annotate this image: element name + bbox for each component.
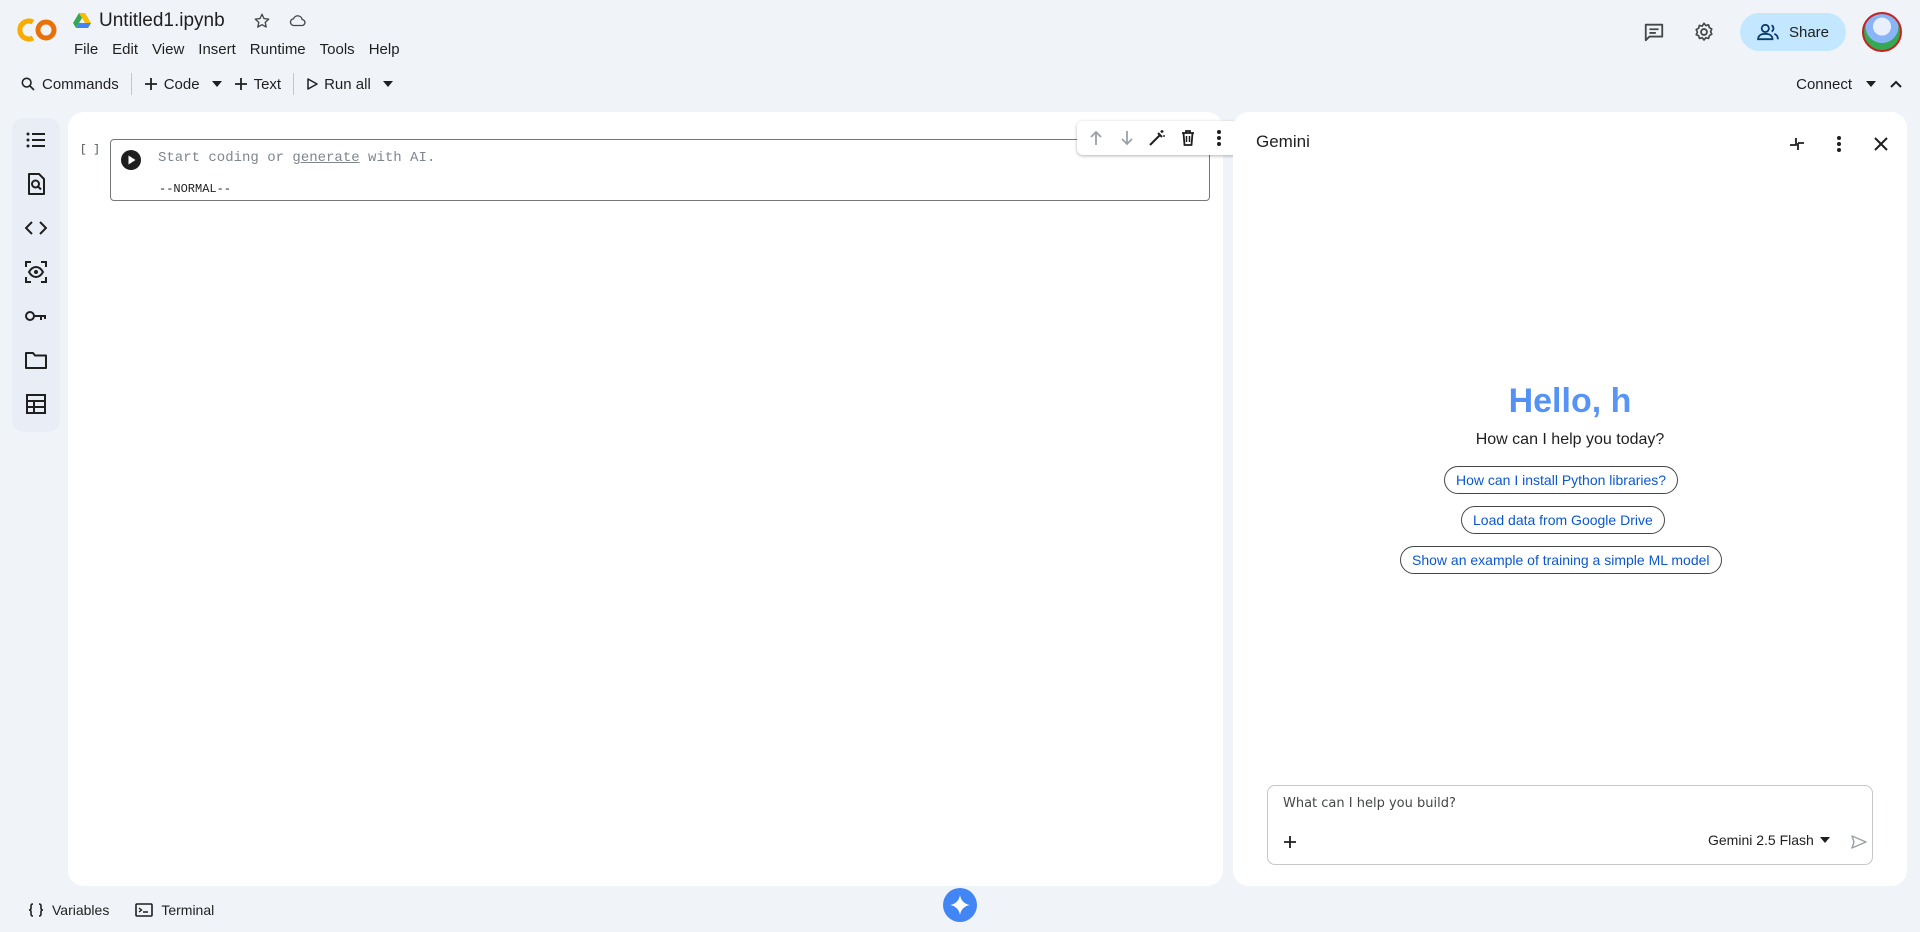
find-icon[interactable] <box>24 172 48 196</box>
commands-button[interactable]: Commands <box>12 68 127 100</box>
execution-count: [ ] <box>80 144 100 156</box>
share-button[interactable]: Share <box>1740 13 1846 51</box>
add-text-button[interactable]: Text <box>226 68 290 100</box>
app-header: Untitled1.ipynb File Edit View Insert Ru… <box>0 0 1920 62</box>
star-icon[interactable] <box>251 10 273 32</box>
gemini-greeting: Hello, h <box>1233 382 1907 421</box>
cell-toolbar <box>1077 121 1238 155</box>
avatar[interactable] <box>1862 12 1902 52</box>
generate-link[interactable]: generate <box>292 150 359 166</box>
notebook-area: [ ] Start coding or generate with AI. --… <box>68 112 1238 886</box>
data-table-icon[interactable] <box>24 392 48 416</box>
inspect-icon[interactable] <box>24 260 48 284</box>
braces-icon <box>28 903 44 917</box>
suggestion-chip[interactable]: How can I install Python libraries? <box>1444 466 1679 494</box>
notebook-toolbar: Commands Code Text Run all Connect <box>12 68 1910 100</box>
suggestion-chip[interactable]: Show an example of training a simple ML … <box>1400 546 1722 574</box>
cell-placeholder-post: with AI. <box>359 150 436 166</box>
edit-wand-icon[interactable] <box>1146 127 1168 149</box>
caret-down-icon <box>1866 81 1876 87</box>
variables-button[interactable]: Variables <box>28 902 109 918</box>
share-label: Share <box>1788 23 1830 41</box>
comments-icon[interactable] <box>1634 12 1674 52</box>
search-icon <box>20 76 36 92</box>
connect-dropdown-button[interactable] <box>1860 68 1882 100</box>
code-cell[interactable]: Start coding or generate with AI. --NORM… <box>110 121 1238 201</box>
left-sidebar <box>12 118 60 432</box>
plus-icon <box>234 77 248 91</box>
gemini-panel: Gemini Hello, h How can I help you today… <box>1233 112 1907 886</box>
colab-logo[interactable] <box>16 16 60 44</box>
connect-button[interactable]: Connect <box>1788 68 1860 100</box>
terminal-label: Terminal <box>161 902 215 918</box>
table-of-contents-icon[interactable] <box>24 128 48 152</box>
cell-editor[interactable]: Start coding or generate with AI. <box>158 150 435 166</box>
run-all-button[interactable]: Run all <box>298 68 379 100</box>
move-down-icon[interactable] <box>1116 127 1138 149</box>
gemini-sparkle-button[interactable] <box>943 888 977 922</box>
bottom-bar: Variables Terminal <box>28 902 214 918</box>
delete-icon[interactable] <box>1177 127 1199 149</box>
sparkle-icon <box>950 895 970 915</box>
chevron-up-icon <box>1890 80 1902 88</box>
add-code-button[interactable]: Code <box>136 68 208 100</box>
collapse-header-button[interactable] <box>1882 68 1910 100</box>
suggestion-chip[interactable]: Load data from Google Drive <box>1461 506 1665 534</box>
menu-file[interactable]: File <box>74 40 105 59</box>
more-vert-icon[interactable] <box>1823 128 1855 160</box>
caret-down-icon <box>382 81 393 87</box>
gemini-input-box: Gemini 2.5 Flash <box>1267 785 1873 865</box>
gemini-title: Gemini <box>1256 132 1310 151</box>
add-attachment-icon[interactable] <box>1280 832 1300 852</box>
text-label: Text <box>253 75 282 93</box>
model-label: Gemini 2.5 Flash <box>1708 832 1814 848</box>
move-up-icon[interactable] <box>1085 127 1107 149</box>
gemini-subtitle: How can I help you today? <box>1475 431 1665 448</box>
notebook-title[interactable]: Untitled1.ipynb <box>99 10 225 32</box>
code-label: Code <box>163 75 200 93</box>
menu-bar: File Edit View Insert Runtime Tools Help <box>74 40 407 59</box>
terminal-icon <box>135 903 154 917</box>
terminal-button[interactable]: Terminal <box>135 902 214 918</box>
toolbar-divider <box>293 73 295 95</box>
variables-label: Variables <box>52 902 110 918</box>
secrets-key-icon[interactable] <box>24 304 48 328</box>
play-icon <box>306 78 318 90</box>
settings-icon[interactable] <box>1684 12 1724 52</box>
run-all-label: Run all <box>324 75 371 93</box>
menu-tools[interactable]: Tools <box>313 40 362 59</box>
share-people-icon <box>1757 23 1779 41</box>
code-dropdown-button[interactable] <box>208 68 226 100</box>
run-cell-button[interactable] <box>121 150 141 170</box>
send-icon[interactable] <box>1848 831 1870 853</box>
minimize-icon[interactable] <box>1781 128 1813 160</box>
connect-label: Connect <box>1796 75 1852 93</box>
toolbar-divider <box>130 73 132 95</box>
menu-insert[interactable]: Insert <box>191 40 243 59</box>
cloud-icon[interactable] <box>287 10 309 32</box>
vim-mode-indicator: --NORMAL-- <box>159 182 232 196</box>
commands-label: Commands <box>42 75 119 93</box>
menu-help[interactable]: Help <box>362 40 407 59</box>
caret-down-icon <box>211 81 222 87</box>
cell-placeholder-pre: Start coding or <box>158 150 293 166</box>
files-folder-icon[interactable] <box>24 348 48 372</box>
drive-icon <box>73 13 91 29</box>
close-icon[interactable] <box>1865 128 1897 160</box>
menu-view[interactable]: View <box>145 40 191 59</box>
run-all-dropdown-button[interactable] <box>379 68 397 100</box>
code-snippets-icon[interactable] <box>24 216 48 240</box>
more-vert-icon[interactable] <box>1208 127 1230 149</box>
gemini-prompt-input[interactable] <box>1283 796 1843 811</box>
menu-runtime[interactable]: Runtime <box>243 40 313 59</box>
model-selector[interactable]: Gemini 2.5 Flash <box>1708 832 1830 848</box>
caret-down-icon <box>1819 837 1830 843</box>
plus-icon <box>144 77 158 91</box>
menu-edit[interactable]: Edit <box>105 40 145 59</box>
